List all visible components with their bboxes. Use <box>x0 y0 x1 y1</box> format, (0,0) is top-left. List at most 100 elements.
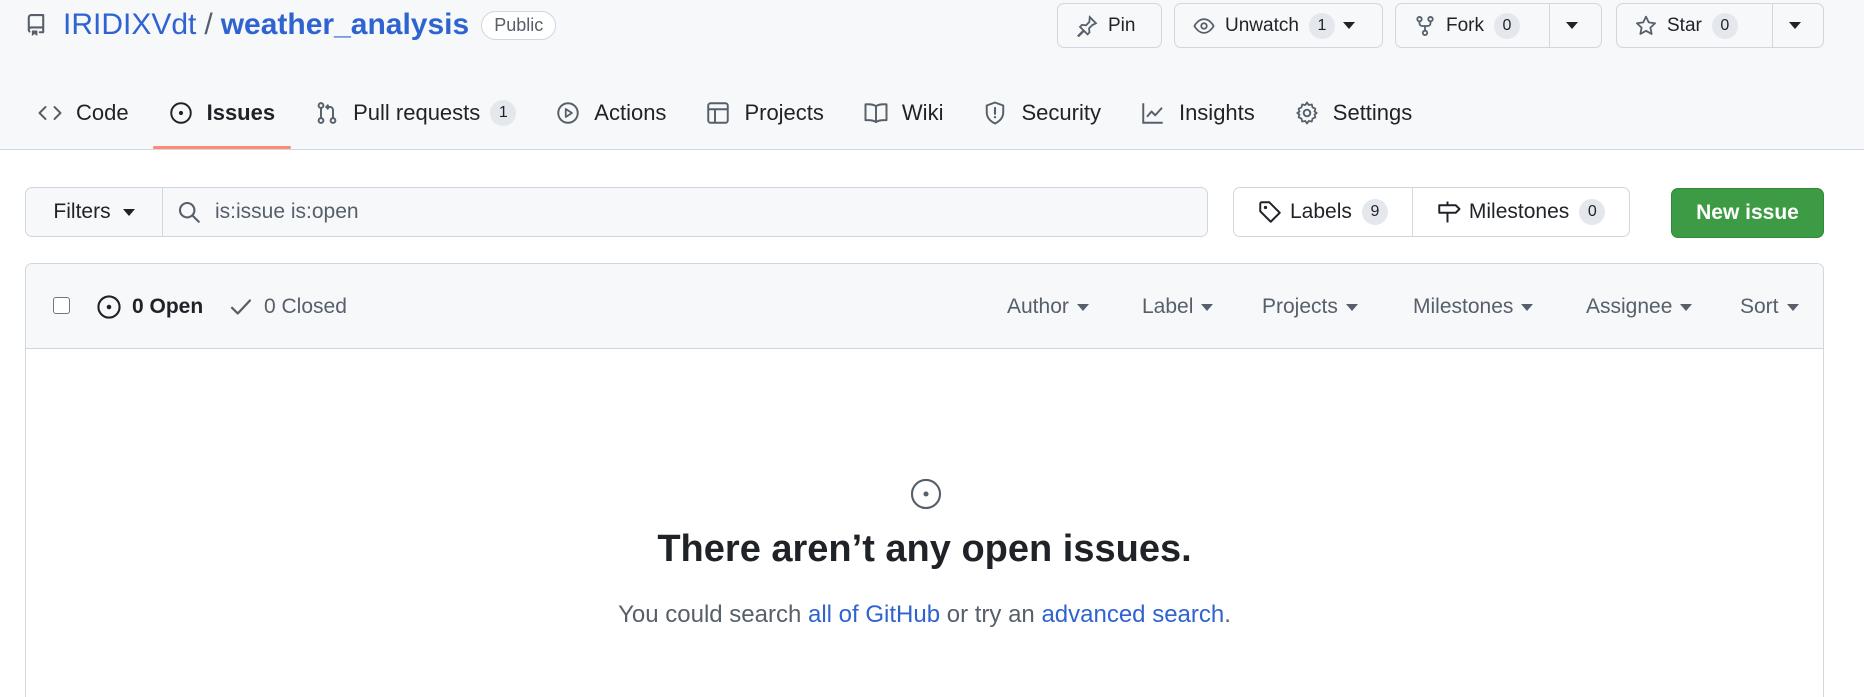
watch-dropdown-button[interactable] <box>1327 4 1371 47</box>
git-pull-request-icon <box>315 101 339 125</box>
tab-code[interactable]: Code <box>22 92 145 134</box>
blankslate-text: . <box>1224 601 1231 628</box>
visibility-badge: Public <box>481 10 557 40</box>
fork-dropdown-button[interactable] <box>1549 4 1594 47</box>
tab-projects[interactable]: Projects <box>690 92 839 134</box>
tab-label: Pull requests <box>353 100 481 125</box>
eye-icon <box>1193 15 1215 37</box>
chevron-down-icon <box>122 208 135 216</box>
check-icon <box>228 294 254 320</box>
tab-insights[interactable]: Insights <box>1125 92 1271 134</box>
code-icon <box>38 101 62 125</box>
label-filter-dropdown[interactable]: Label <box>1142 291 1214 323</box>
star-icon <box>1635 15 1657 37</box>
closed-count-label: 0 Closed <box>264 295 347 318</box>
filters-dropdown-button[interactable]: Filters <box>26 188 163 236</box>
open-issues-toggle[interactable]: 0 Open <box>96 291 203 323</box>
labels-count: 9 <box>1361 199 1388 225</box>
labels-milestones-group: Labels 9 Milestones 0 <box>1233 187 1631 237</box>
repo-name-link[interactable]: weather_analysis <box>221 8 469 42</box>
search-all-github-link[interactable]: all of GitHub <box>808 601 940 628</box>
tab-label: Settings <box>1332 100 1413 125</box>
filter-menu-label: Sort <box>1740 295 1779 318</box>
fork-icon <box>1414 15 1436 37</box>
milestone-icon <box>1437 200 1461 224</box>
select-all-checkbox[interactable] <box>53 297 70 314</box>
chevron-down-icon <box>1566 22 1578 29</box>
repo-owner-link[interactable]: IRIDIXVdt <box>63 8 196 42</box>
tab-label: Issues <box>206 100 276 125</box>
tab-issues[interactable]: Issues <box>152 92 292 149</box>
blankslate-text: You could search <box>618 601 808 628</box>
repo-nav-tabs: Code Issues Pull requests 1 Actions Proj… <box>22 92 1436 150</box>
assignee-filter-dropdown[interactable]: Assignee <box>1586 291 1693 323</box>
labels-label: Labels <box>1290 200 1352 223</box>
filter-menu-label: Milestones <box>1413 295 1514 318</box>
repo-header: IRIDIXVdt / weather_analysis Public Pin … <box>0 0 1864 150</box>
tab-label: Security <box>1021 100 1101 125</box>
fork-count: 0 <box>1494 12 1520 39</box>
sort-dropdown[interactable]: Sort <box>1740 291 1799 323</box>
tab-label: Actions <box>594 100 667 125</box>
milestones-label: Milestones <box>1468 200 1570 223</box>
blankslate-text: or try an <box>940 601 1042 628</box>
open-count-label: 0 Open <box>132 295 204 318</box>
star-count: 0 <box>1711 12 1738 39</box>
star-dropdown-button[interactable] <box>1772 4 1817 47</box>
filters-label: Filters <box>53 200 111 223</box>
milestones-button[interactable]: Milestones 0 <box>1411 188 1629 236</box>
milestones-count: 0 <box>1579 199 1606 225</box>
chevron-down-icon <box>1201 303 1214 311</box>
blankslate-description: You could search all of GitHub or try an… <box>26 601 1823 629</box>
chevron-down-icon <box>1680 303 1693 311</box>
search-box <box>163 188 1207 236</box>
chevron-down-icon <box>1521 303 1534 311</box>
labels-button[interactable]: Labels 9 <box>1234 188 1412 236</box>
advanced-search-link[interactable]: advanced search <box>1041 601 1224 628</box>
tab-pull-requests[interactable]: Pull requests 1 <box>299 92 532 134</box>
projects-filter-dropdown[interactable]: Projects <box>1262 291 1358 323</box>
tag-icon <box>1258 200 1282 224</box>
repo-path-separator: / <box>204 8 213 41</box>
tab-label: Projects <box>744 100 824 125</box>
table-icon <box>706 101 730 125</box>
filter-menu-label: Author <box>1007 295 1069 318</box>
watch-button-group: Unwatch 1 <box>1174 3 1383 48</box>
play-icon <box>556 101 580 125</box>
chevron-down-icon <box>1786 303 1799 311</box>
chevron-down-icon <box>1789 22 1801 29</box>
pin-button[interactable]: Pin <box>1057 3 1162 48</box>
star-button-group: Star 0 <box>1616 3 1824 48</box>
gear-icon <box>1295 101 1319 125</box>
milestones-filter-dropdown[interactable]: Milestones <box>1413 291 1534 323</box>
fork-button-group: Fork 0 <box>1395 3 1602 48</box>
search-input[interactable] <box>215 200 1115 224</box>
unwatch-label: Unwatch <box>1225 14 1299 36</box>
closed-issues-toggle[interactable]: 0 Closed <box>228 291 347 323</box>
filter-menu-label: Label <box>1142 295 1194 318</box>
fork-label: Fork <box>1446 14 1484 36</box>
blankslate-heading: There aren’t any open issues. <box>657 528 1192 570</box>
search-icon <box>177 200 201 224</box>
fork-button[interactable]: Fork 0 <box>1396 4 1549 47</box>
repo-icon <box>25 14 47 36</box>
issues-filter-bar: Filters <box>25 187 1208 237</box>
shield-icon <box>983 101 1007 125</box>
issue-opened-icon <box>909 477 943 511</box>
repo-title: IRIDIXVdt / weather_analysis Public <box>25 5 557 45</box>
tab-actions[interactable]: Actions <box>540 92 682 134</box>
graph-icon <box>1141 101 1165 125</box>
tab-security[interactable]: Security <box>967 92 1116 134</box>
issue-opened-icon <box>169 101 193 125</box>
tab-wiki[interactable]: Wiki <box>848 92 960 134</box>
tab-settings[interactable]: Settings <box>1279 92 1429 134</box>
filter-menu-label: Projects <box>1262 295 1338 318</box>
pin-icon <box>1076 14 1098 37</box>
star-button[interactable]: Star 0 <box>1617 4 1772 47</box>
author-filter-dropdown[interactable]: Author <box>1007 291 1089 323</box>
unwatch-button[interactable]: Unwatch 1 <box>1175 4 1335 47</box>
chevron-down-icon <box>1343 22 1355 29</box>
new-issue-button[interactable]: New issue <box>1671 188 1824 238</box>
chevron-down-icon <box>1076 303 1089 311</box>
chevron-down-icon <box>1345 303 1358 311</box>
